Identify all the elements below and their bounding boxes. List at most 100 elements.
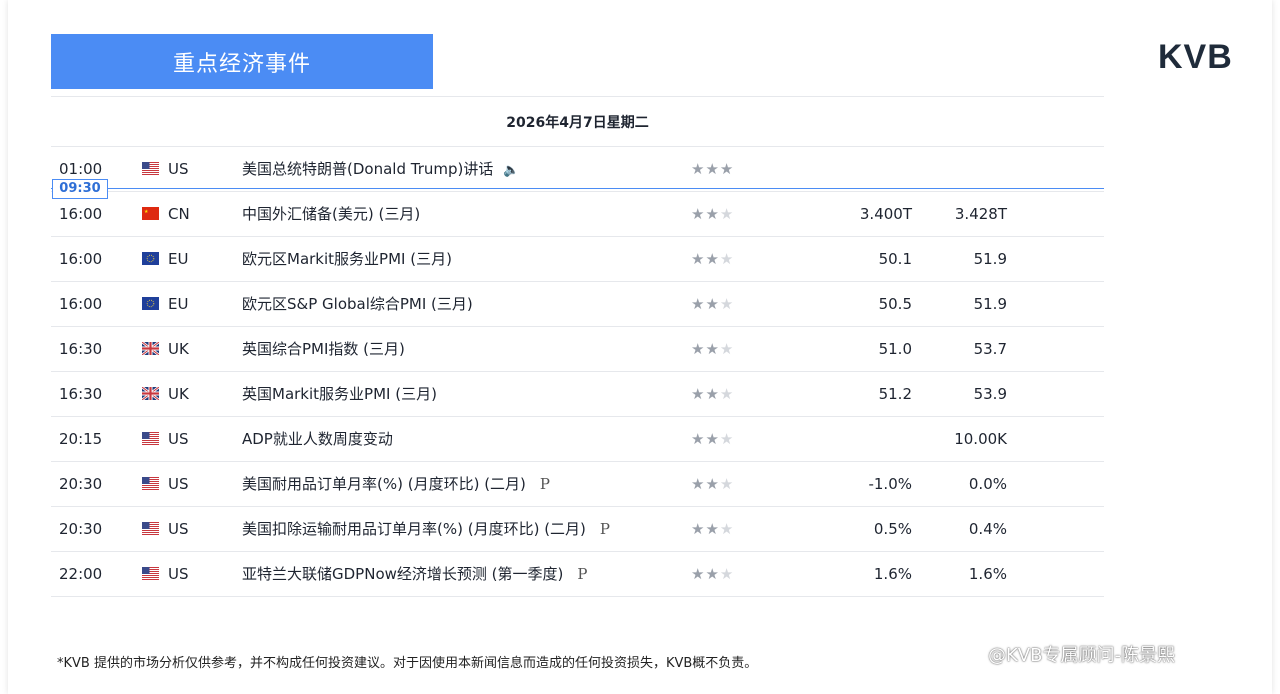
importance-stars: ★★★ (691, 192, 734, 236)
event-title: 欧元区S&P Global综合PMI (三月) (242, 295, 473, 313)
importance-stars: ★★★ (691, 147, 734, 191)
event-name: 英国Markit服务业PMI (三月) (242, 372, 437, 416)
current-time-line (51, 188, 1104, 189)
svg-text:★: ★ (144, 209, 149, 215)
star-icon: ★ (705, 250, 720, 268)
star-icon: ★ (719, 385, 735, 403)
importance-stars: ★★★ (691, 372, 734, 416)
event-title: 美国耐用品订单月率(%) (月度环比) (二月) (242, 475, 526, 493)
table-row[interactable]: 20:15 US ADP就业人数周度变动 ★★★ 10.00K (51, 417, 1104, 462)
disclaimer: *KVB 提供的市场分析仅供参考，并不构成任何投资建议。对于因使用本新闻信息而造… (57, 656, 758, 671)
country-code: US (168, 430, 189, 448)
events-table: 2026年4月7日星期二 01:00 US 美国总统特朗普(Donald Trump… (51, 96, 1104, 597)
star-icon: ★ (719, 160, 735, 178)
table-row[interactable]: 16:00 ★ CN 中国外汇储备(美元) (三月) ★★★ 3.400T 3.428T (51, 192, 1104, 237)
event-time: 20:30 (59, 475, 103, 493)
preliminary-marker: P (577, 565, 588, 583)
forecast-value: 0.4% (968, 520, 1007, 538)
importance-stars: ★★★ (691, 552, 734, 596)
country-code: EU (168, 250, 189, 268)
table-row[interactable]: 20:30 US 美国扣除运输耐用品订单月率(%) (月度环比) (二月) P ★★★ 0… (51, 507, 1104, 552)
star-icon: ★ (719, 475, 735, 493)
date-header: 2026年4月7日星期二 (51, 96, 1104, 147)
us-flag-icon (142, 567, 159, 581)
event-rows: 01:00 US 美国总统特朗普(Donald Trump)讲话 🔈 ★★★ 16:00 ★… (51, 147, 1104, 597)
page-title: 重点经济事件 (51, 34, 433, 89)
event-title: 英国Markit服务业PMI (三月) (242, 385, 437, 403)
event-time: 16:30 (59, 340, 103, 358)
event-title: 美国扣除运输耐用品订单月率(%) (月度环比) (二月) (242, 520, 586, 538)
country-code: US (168, 475, 189, 493)
table-row[interactable]: 01:00 US 美国总统特朗普(Donald Trump)讲话 🔈 ★★★ (51, 147, 1104, 192)
star-icon: ★ (719, 295, 735, 313)
star-icon: ★ (691, 520, 706, 538)
event-title: 欧元区Markit服务业PMI (三月) (242, 250, 452, 268)
previous-value: 0.5% (873, 520, 912, 538)
forecast-value (912, 147, 1007, 191)
current-time-badge: 09:30 (52, 179, 108, 199)
speaker-icon[interactable]: 🔈 (503, 149, 519, 193)
event-time: 16:30 (59, 385, 103, 403)
us-flag-icon (142, 162, 159, 176)
star-icon: ★ (705, 565, 720, 583)
star-icon: ★ (705, 385, 720, 403)
event-title: 美国总统特朗普(Donald Trump)讲话 (242, 160, 494, 178)
event-title: 英国综合PMI指数 (三月) (242, 340, 405, 358)
event-time: 22:00 (59, 565, 103, 583)
forecast-value: 10.00K (954, 430, 1007, 448)
previous-value: 50.1 (878, 250, 912, 268)
event-time: 16:00 (59, 295, 103, 313)
star-icon: ★ (705, 160, 720, 178)
star-icon: ★ (691, 205, 706, 223)
star-icon: ★ (705, 295, 720, 313)
kvb-logo-text: KVB (1158, 38, 1233, 72)
previous-value: 50.5 (878, 295, 912, 313)
forecast-value: 1.6% (968, 565, 1007, 583)
cn-flag-icon: ★ (142, 207, 159, 221)
star-icon: ★ (691, 430, 706, 448)
previous-value: 51.2 (878, 385, 912, 403)
star-icon: ★ (705, 475, 720, 493)
table-row[interactable]: 16:00 EU 欧元区Markit服务业PMI (三月) ★★★ 50.1 51.9 (51, 237, 1104, 282)
importance-stars: ★★★ (691, 417, 734, 461)
event-time: 20:15 (59, 430, 103, 448)
event-title: 亚特兰大联储GDPNow经济增长预测 (第一季度) (242, 565, 564, 583)
country-code: US (168, 520, 189, 538)
event-name: 亚特兰大联储GDPNow经济增长预测 (第一季度) P (242, 552, 587, 596)
eu-flag-icon (142, 252, 159, 266)
star-icon: ★ (705, 430, 720, 448)
forecast-value: 51.9 (973, 295, 1007, 313)
star-icon: ★ (691, 340, 706, 358)
uk-flag-icon (142, 342, 159, 356)
star-icon: ★ (719, 340, 735, 358)
event-name: 美国扣除运输耐用品订单月率(%) (月度环比) (二月) P (242, 507, 610, 551)
table-row[interactable]: 16:00 EU 欧元区S&P Global综合PMI (三月) ★★★ 50.5 51.… (51, 282, 1104, 327)
previous-value (811, 417, 912, 461)
star-icon: ★ (719, 430, 735, 448)
country-code: EU (168, 295, 189, 313)
us-flag-icon (142, 522, 159, 536)
table-row[interactable]: 20:30 US 美国耐用品订单月率(%) (月度环比) (二月) P ★★★ -1.0%… (51, 462, 1104, 507)
previous-value (811, 147, 912, 191)
star-icon: ★ (691, 475, 706, 493)
importance-stars: ★★★ (691, 327, 734, 371)
event-time: 20:30 (59, 520, 103, 538)
table-row[interactable]: 22:00 US 亚特兰大联储GDPNow经济增长预测 (第一季度) P ★★★ 1.6%… (51, 552, 1104, 597)
table-row[interactable]: 16:30 UK 英国Markit服务业PMI (三月) ★★★ 51.2 53.9 (51, 372, 1104, 417)
star-icon: ★ (719, 565, 735, 583)
preliminary-marker: P (599, 520, 610, 538)
table-row[interactable]: 16:30 UK 英国综合PMI指数 (三月) ★★★ 51.0 53.7 (51, 327, 1104, 372)
star-icon: ★ (719, 250, 735, 268)
event-time: 16:00 (59, 250, 103, 268)
star-icon: ★ (691, 160, 706, 178)
event-name: 欧元区S&P Global综合PMI (三月) (242, 282, 473, 326)
star-icon: ★ (691, 295, 706, 313)
importance-stars: ★★★ (691, 237, 734, 281)
importance-stars: ★★★ (691, 282, 734, 326)
event-title: 中国外汇储备(美元) (三月) (242, 205, 421, 223)
previous-value: 51.0 (878, 340, 912, 358)
forecast-value: 53.7 (973, 340, 1007, 358)
star-icon: ★ (691, 385, 706, 403)
event-name: 美国耐用品订单月率(%) (月度环比) (二月) P (242, 462, 550, 506)
country-code: CN (168, 205, 190, 223)
